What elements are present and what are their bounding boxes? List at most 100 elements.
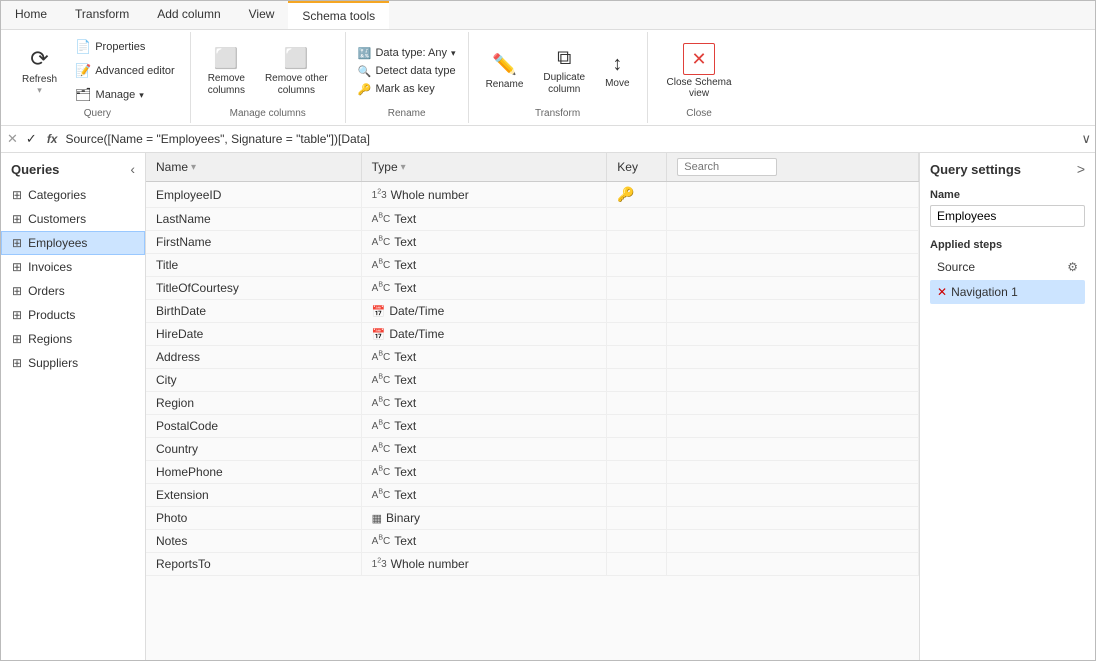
data-area: Name ▾ Type ▾ Key — [146, 153, 920, 660]
col-header-key: Key — [607, 153, 667, 182]
formula-confirm-icon[interactable]: ✓ — [24, 129, 39, 149]
table-row[interactable]: HomePhoneABCText — [146, 461, 919, 484]
table-row[interactable]: EmployeeID123Whole number🔑 — [146, 182, 919, 208]
col-header-name[interactable]: Name ▾ — [146, 153, 361, 182]
table-row[interactable]: NotesABCText — [146, 530, 919, 553]
table-row[interactable]: RegionABCText — [146, 392, 919, 415]
data-grid[interactable]: Name ▾ Type ▾ Key — [146, 153, 919, 660]
remove-other-columns-label: Remove other columns — [265, 73, 328, 97]
close-schema-label: Close Schema view — [667, 77, 732, 99]
cell-key — [607, 369, 667, 392]
table-row[interactable]: HireDate📅Date/Time — [146, 323, 919, 346]
cell-empty — [667, 254, 919, 277]
table-row[interactable]: ExtensionABCText — [146, 484, 919, 507]
formula-expand-icon[interactable]: ∨ — [1081, 131, 1091, 147]
cell-key — [607, 530, 667, 553]
manage-button[interactable]: 🗂 Manage ▾ — [68, 84, 182, 106]
table-row[interactable]: PostalCodeABCText — [146, 415, 919, 438]
table-row[interactable]: AddressABCText — [146, 346, 919, 369]
step-source[interactable]: Source ⚙ — [930, 255, 1085, 279]
duplicate-column-button[interactable]: ⧉ Duplicate column — [534, 42, 594, 101]
query-item-employees[interactable]: ⊞ Employees — [1, 231, 145, 255]
query-item-suppliers[interactable]: ⊞ Suppliers — [1, 351, 145, 375]
type-icon: ABC — [372, 259, 391, 271]
query-item-label: Invoices — [28, 260, 72, 274]
cell-empty — [667, 392, 919, 415]
settings-title: Query settings — [930, 162, 1021, 177]
grid-header: Name ▾ Type ▾ Key — [146, 153, 919, 182]
step-source-gear-icon[interactable]: ⚙ — [1067, 260, 1078, 274]
manage-label: Manage — [96, 89, 136, 101]
table-row[interactable]: CityABCText — [146, 369, 919, 392]
close-schema-view-button[interactable]: ✕ Close Schema view — [656, 38, 743, 104]
query-item-invoices[interactable]: ⊞ Invoices — [1, 255, 145, 279]
properties-button[interactable]: 📄 Properties — [68, 36, 182, 58]
settings-name-label: Name — [930, 189, 1085, 201]
cell-name: EmployeeID — [146, 182, 361, 208]
grid-tbody: EmployeeID123Whole number🔑LastNameABCTex… — [146, 182, 919, 576]
manage-dropdown-icon: ▾ — [139, 90, 144, 101]
step-navigation1[interactable]: ✕ Navigation 1 — [930, 280, 1085, 304]
query-item-categories[interactable]: ⊞ Categories — [1, 183, 145, 207]
type-icon: ABC — [372, 443, 391, 455]
query-item-customers[interactable]: ⊞ Customers — [1, 207, 145, 231]
key-col-label: Key — [617, 160, 638, 174]
table-row[interactable]: TitleABCText — [146, 254, 919, 277]
step-source-left: Source — [937, 260, 975, 274]
tab-home[interactable]: Home — [1, 1, 61, 29]
cell-key — [607, 300, 667, 323]
step-delete-icon[interactable]: ✕ — [937, 285, 947, 299]
cell-empty — [667, 277, 919, 300]
cell-key — [607, 323, 667, 346]
cell-type: ABCText — [361, 461, 607, 484]
properties-label: Properties — [95, 41, 145, 53]
cell-empty — [667, 530, 919, 553]
cell-key — [607, 346, 667, 369]
query-item-orders[interactable]: ⊞ Orders — [1, 279, 145, 303]
cell-type: ABCText — [361, 484, 607, 507]
type-icon: 📅 — [372, 328, 386, 341]
cell-empty — [667, 346, 919, 369]
tab-transform[interactable]: Transform — [61, 1, 143, 29]
cell-name: PostalCode — [146, 415, 361, 438]
tab-add-column[interactable]: Add column — [143, 1, 234, 29]
formula-cancel-icon[interactable]: ✕ — [5, 129, 20, 149]
remove-other-columns-button[interactable]: ⬜ Remove other columns — [256, 41, 337, 102]
cell-key — [607, 415, 667, 438]
advanced-editor-button[interactable]: 📝 Advanced editor — [68, 60, 182, 82]
table-row[interactable]: FirstNameABCText — [146, 231, 919, 254]
query-item-products[interactable]: ⊞ Products — [1, 303, 145, 327]
grid-search-input[interactable] — [677, 158, 777, 176]
cell-type: ABCText — [361, 231, 607, 254]
close-group-label: Close — [656, 106, 743, 119]
cell-type: 123Whole number — [361, 182, 607, 208]
type-icon: 123 — [372, 188, 387, 200]
query-table-icon: ⊞ — [12, 356, 22, 370]
formula-icons: ✕ ✓ — [5, 129, 39, 149]
move-button[interactable]: ↕ Move — [596, 48, 638, 95]
detect-data-type-button[interactable]: 🔍 Detect data type — [354, 63, 460, 80]
col-header-type[interactable]: Type ▾ — [361, 153, 607, 182]
formula-input[interactable] — [65, 132, 1077, 146]
tab-schema-tools[interactable]: Schema tools — [288, 1, 389, 29]
cell-name: HireDate — [146, 323, 361, 346]
query-name-input[interactable] — [930, 205, 1085, 227]
rename-button[interactable]: ✏️ Rename — [477, 47, 533, 96]
tab-view[interactable]: View — [235, 1, 289, 29]
data-type-button[interactable]: 🔣 Data type: Any ▾ — [354, 45, 460, 62]
table-row[interactable]: BirthDate📅Date/Time — [146, 300, 919, 323]
cell-name: City — [146, 369, 361, 392]
query-item-regions[interactable]: ⊞ Regions — [1, 327, 145, 351]
table-row[interactable]: CountryABCText — [146, 438, 919, 461]
remove-columns-button[interactable]: ⬜ Remove columns — [199, 41, 254, 102]
table-row[interactable]: Photo▦Binary — [146, 507, 919, 530]
settings-expand-button[interactable]: > — [1077, 161, 1085, 177]
applied-steps-label: Applied steps — [930, 239, 1085, 251]
mark-as-key-button[interactable]: 🔑 Mark as key — [354, 81, 460, 98]
table-row[interactable]: LastNameABCText — [146, 208, 919, 231]
queries-collapse-button[interactable]: ‹ — [130, 161, 135, 177]
transform-options: 🔣 Data type: Any ▾ 🔍 Detect data type 🔑 … — [354, 45, 460, 98]
table-row[interactable]: ReportsTo123Whole number — [146, 553, 919, 576]
refresh-button[interactable]: ⟳ Refresh ▾ — [13, 41, 66, 101]
table-row[interactable]: TitleOfCourtesyABCText — [146, 277, 919, 300]
